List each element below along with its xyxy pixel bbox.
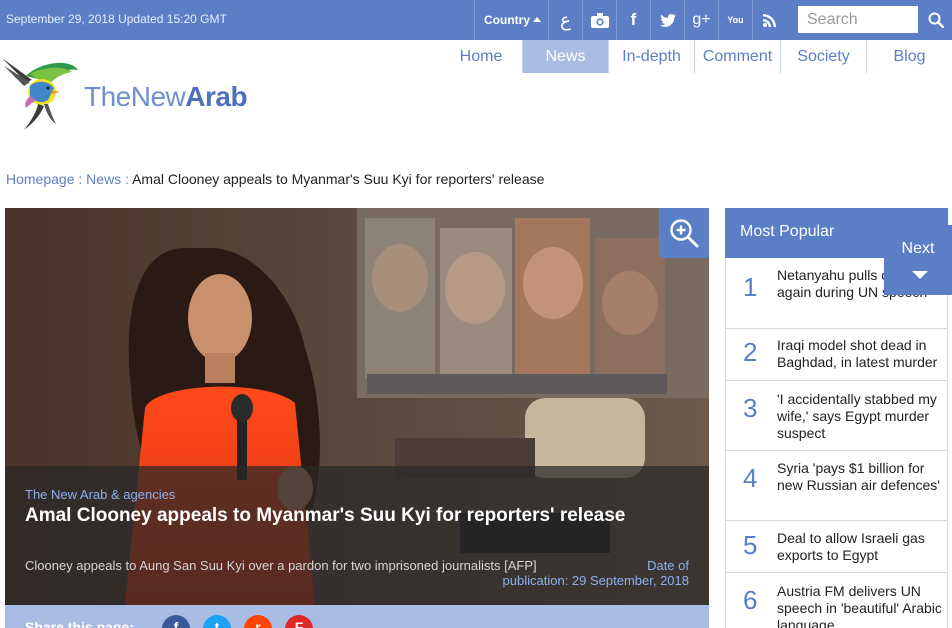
list-item[interactable]: 5 Deal to allow Israeli gas exports to E… xyxy=(726,521,947,573)
camera-icon[interactable] xyxy=(582,0,616,40)
twitter-icon[interactable] xyxy=(650,0,684,40)
search-input[interactable] xyxy=(798,6,918,33)
nav-blog[interactable]: Blog xyxy=(867,40,952,73)
rss-icon[interactable] xyxy=(752,0,786,40)
share-bar: Share this page: f t r F xyxy=(5,605,709,628)
hero-article[interactable]: The New Arab & agencies Amal Clooney app… xyxy=(5,208,709,605)
breadcrumb-separator: : xyxy=(74,171,87,187)
list-item[interactable]: 6 Austria FM delivers UN speech in 'beau… xyxy=(726,573,947,628)
youtube-icon[interactable]: You xyxy=(718,0,752,40)
arabic-site-link[interactable]: ع xyxy=(548,0,582,40)
popular-headline: Austria FM delivers UN speech in 'beauti… xyxy=(777,583,942,628)
photo-caption: Clooney appeals to Aung San Suu Kyi over… xyxy=(25,558,537,573)
share-label: Share this page: xyxy=(25,619,134,628)
zoom-button[interactable] xyxy=(659,208,709,258)
search-icon xyxy=(928,12,944,28)
rank-number: 3 xyxy=(743,393,758,423)
caret-up-icon xyxy=(533,17,541,22)
pubdate-label: Date of xyxy=(647,558,689,573)
twitter-share-button[interactable]: t xyxy=(203,615,231,628)
list-item[interactable]: 4 Syria 'pays $1 billion for new Russian… xyxy=(726,451,947,521)
update-date: September 29, 2018 Updated 15:20 GMT xyxy=(6,12,227,26)
next-article-button[interactable]: Next xyxy=(884,225,952,295)
breadcrumb: Homepage : News : Amal Clooney appeals t… xyxy=(6,171,544,187)
main-nav: Home News In-depth Comment Society Blog xyxy=(440,40,952,73)
rank-number: 6 xyxy=(743,585,758,615)
rank-number: 2 xyxy=(743,337,758,367)
country-dropdown[interactable]: Country xyxy=(474,0,548,40)
flipboard-share-button[interactable]: F xyxy=(285,615,313,628)
logo-light: TheNew xyxy=(84,81,186,112)
zoom-in-icon xyxy=(670,219,699,248)
google-plus-icon[interactable]: g+ xyxy=(684,0,718,40)
logo-bold: Arab xyxy=(185,81,248,112)
rank-number: 5 xyxy=(743,530,758,560)
rank-number: 1 xyxy=(743,272,758,302)
nav-society[interactable]: Society xyxy=(781,40,867,73)
popular-headline: Iraqi model shot dead in Baghdad, in lat… xyxy=(777,337,938,370)
facebook-share-button[interactable]: f xyxy=(162,615,190,628)
breadcrumb-news-link[interactable]: News xyxy=(86,171,121,187)
facebook-icon[interactable]: f xyxy=(616,0,650,40)
popular-headline: 'I accidentally stabbed my wife,' says E… xyxy=(777,391,937,441)
reddit-share-button[interactable]: r xyxy=(244,615,272,628)
site-logo[interactable]: TheNewArab xyxy=(0,52,290,132)
breadcrumb-home-link[interactable]: Homepage xyxy=(6,171,75,187)
article-headline: Amal Clooney appeals to Myanmar's Suu Ky… xyxy=(25,505,626,526)
chevron-down-icon xyxy=(912,271,928,279)
most-popular-list: 1 Netanyahu pulls out props again during… xyxy=(725,258,948,628)
rank-number: 4 xyxy=(743,463,758,493)
nav-comment[interactable]: Comment xyxy=(695,40,781,73)
article-source: The New Arab & agencies xyxy=(25,487,176,502)
logo-wordmark: TheNewArab xyxy=(84,81,248,113)
publication-date: Date of publication: 29 September, 2018 xyxy=(479,558,689,588)
breadcrumb-current: Amal Clooney appeals to Myanmar's Suu Ky… xyxy=(132,171,545,187)
list-item[interactable]: 2 Iraqi model shot dead in Baghdad, in l… xyxy=(726,329,947,381)
next-label: Next xyxy=(901,240,935,257)
list-item[interactable]: 3 'I accidentally stabbed my wife,' says… xyxy=(726,381,947,451)
most-popular-title: Most Popular xyxy=(740,223,835,240)
popular-headline: Deal to allow Israeli gas exports to Egy… xyxy=(777,530,925,563)
top-bar: September 29, 2018 Updated 15:20 GMT Cou… xyxy=(0,0,952,40)
search-button[interactable] xyxy=(920,0,952,40)
nav-home[interactable]: Home xyxy=(440,40,523,73)
nav-news[interactable]: News xyxy=(523,40,609,73)
popular-headline: Syria 'pays $1 billion for new Russian a… xyxy=(777,460,940,493)
nav-in-depth[interactable]: In-depth xyxy=(609,40,695,73)
bird-logo-icon xyxy=(2,58,78,130)
pubdate-value: publication: 29 September, 2018 xyxy=(502,573,689,588)
breadcrumb-separator: : xyxy=(121,171,133,187)
country-label: Country xyxy=(484,13,530,27)
